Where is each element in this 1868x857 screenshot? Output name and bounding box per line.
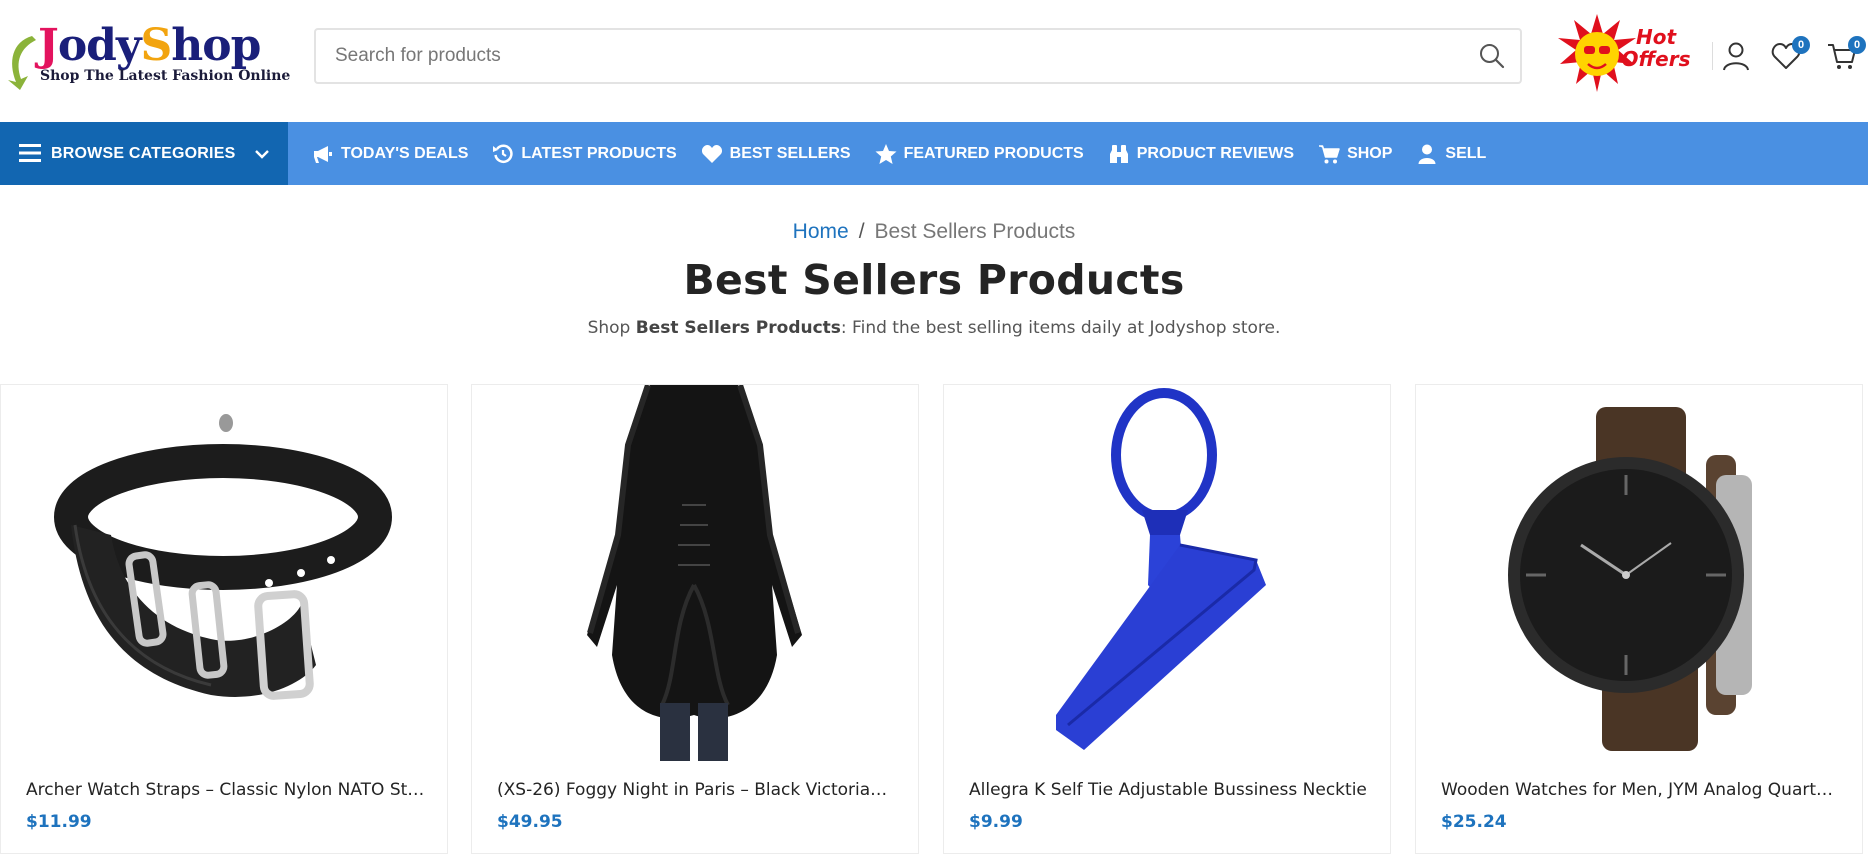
nav-item-featured-products[interactable]: FEATURED PRODUCTS [875, 122, 1084, 185]
heart-icon [701, 143, 723, 165]
product-title[interactable]: Archer Watch Straps – Classic Nylon NATO… [26, 780, 426, 800]
nav-item-label: SHOP [1347, 144, 1393, 162]
history-icon [492, 143, 514, 165]
logo-letter-s: S [140, 20, 173, 71]
product-card[interactable]: Archer Watch Straps – Classic Nylon NATO… [0, 384, 448, 854]
black-victorian-coat-image [587, 385, 802, 761]
nylon-watch-strap-image [54, 414, 392, 700]
browse-categories-label: BROWSE CATEGORIES [51, 145, 236, 162]
product-title[interactable]: (XS-26) Foggy Night in Paris – Black Vic… [497, 780, 897, 800]
megaphone-icon [312, 143, 334, 165]
star-icon [875, 143, 897, 165]
nav-item-latest-products[interactable]: LATEST PRODUCTS [492, 122, 677, 185]
chevron-down-icon [255, 150, 269, 159]
breadcrumb-separator: / [858, 220, 865, 243]
nav-item-label: PRODUCT REVIEWS [1136, 144, 1295, 162]
wishlist-count-badge: 0 [1792, 36, 1810, 54]
page-description-suffix: : Find the best selling items daily at J… [840, 318, 1281, 338]
hot-offers-banner[interactable]: Hot Offers [1558, 14, 1692, 92]
product-price: $9.99 [969, 812, 1023, 832]
breadcrumb: Home / Best Sellers Products [0, 220, 1868, 244]
product-card[interactable]: (XS-26) Foggy Night in Paris – Black Vic… [471, 384, 919, 854]
main-navigation: BROWSE CATEGORIES TODAY'S DEALS LATEST P… [0, 122, 1868, 185]
product-price: $11.99 [26, 812, 92, 832]
product-image[interactable] [1416, 385, 1862, 761]
nav-item-product-reviews[interactable]: PRODUCT REVIEWS [1108, 122, 1294, 185]
logo-letters-hop: hop [171, 20, 261, 71]
nav-item-label: TODAY'S DEALS [341, 144, 469, 162]
site-header: JodyShop Shop The Latest Fashion Online … [0, 0, 1868, 122]
page-description-bold: Best Sellers Products [635, 318, 841, 338]
search-icon[interactable] [1478, 42, 1506, 70]
page-title: Best Sellers Products [683, 256, 1185, 304]
breadcrumb-current: Best Sellers Products [874, 220, 1076, 243]
breadcrumb-home-link[interactable]: Home [793, 220, 849, 243]
product-image[interactable] [944, 385, 1390, 761]
hot-offers-text: Hot Offers [1618, 26, 1694, 70]
page-description-prefix: Shop [587, 318, 636, 338]
hot-offers-line2: Offers [1621, 47, 1691, 71]
nav-item-best-sellers[interactable]: BEST SELLERS [701, 122, 851, 185]
product-card[interactable]: Wooden Watches for Men, JYM Analog Quart… [1415, 384, 1863, 854]
nav-item-label: FEATURED PRODUCTS [903, 144, 1084, 162]
wishlist-icon[interactable]: 0 [1770, 36, 1810, 72]
binoculars-icon [1108, 143, 1130, 165]
site-logo[interactable]: JodyShop Shop The Latest Fashion Online [2, 18, 290, 90]
nav-item-sell[interactable]: SELL [1416, 122, 1486, 185]
logo-wordmark: JodyShop [38, 20, 261, 71]
cart-count-badge: 0 [1848, 36, 1866, 54]
product-title[interactable]: Wooden Watches for Men, JYM Analog Quart… [1441, 780, 1841, 800]
logo-letter-j: J [38, 20, 59, 71]
product-price: $25.24 [1441, 812, 1507, 832]
blue-necktie-image [1056, 388, 1266, 750]
product-title[interactable]: Allegra K Self Tie Adjustable Bussiness … [969, 780, 1369, 800]
product-price: $49.95 [497, 812, 563, 832]
nav-item-label: BEST SELLERS [729, 144, 851, 162]
page-description: Shop Best Sellers Products: Find the bes… [0, 318, 1868, 338]
product-image[interactable] [472, 385, 918, 761]
product-card[interactable]: Allegra K Self Tie Adjustable Bussiness … [943, 384, 1391, 854]
nav-item-shop[interactable]: SHOP [1318, 122, 1392, 185]
nav-item-todays-deals[interactable]: TODAY'S DEALS [312, 122, 468, 185]
browse-categories-button[interactable]: BROWSE CATEGORIES [0, 122, 288, 185]
logo-letters-ody: ody [57, 20, 142, 71]
cart-icon[interactable]: 0 [1826, 36, 1866, 72]
nav-item-label: SELL [1445, 144, 1487, 162]
hot-offers-line1: Hot [1635, 25, 1677, 49]
account-icon[interactable] [1720, 40, 1752, 72]
nav-item-label: LATEST PRODUCTS [521, 144, 677, 162]
wooden-watch-image [1508, 407, 1752, 751]
cart-icon [1318, 143, 1340, 165]
logo-arrow-icon [8, 36, 36, 90]
search-bar [314, 28, 1522, 84]
user-icon [1416, 143, 1438, 165]
hamburger-icon [19, 144, 41, 162]
logo-tagline: Shop The Latest Fashion Online [40, 68, 291, 84]
nav-links: TODAY'S DEALS LATEST PRODUCTS BEST SELLE… [312, 122, 1510, 185]
header-divider [1712, 42, 1713, 70]
product-image[interactable] [1, 385, 447, 761]
search-input[interactable] [316, 30, 1466, 82]
